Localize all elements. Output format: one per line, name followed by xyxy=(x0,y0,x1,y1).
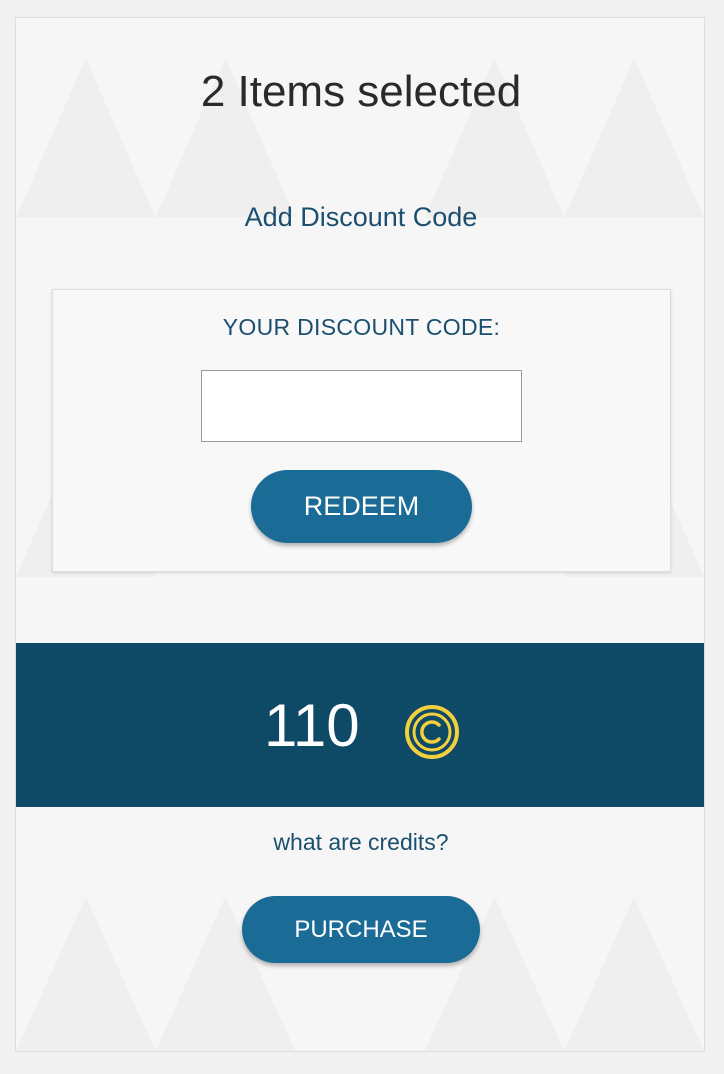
what-are-credits-link[interactable]: what are credits? xyxy=(16,829,704,856)
purchase-button[interactable]: PURCHASE xyxy=(242,896,480,963)
discount-code-label: YOUR DISCOUNT CODE: xyxy=(222,314,501,340)
discount-code-input[interactable] xyxy=(201,370,522,442)
discount-code-box: YOUR DISCOUNT CODE: REDEEM xyxy=(52,289,671,572)
credits-amount: 110 xyxy=(264,692,360,759)
add-discount-code-link[interactable]: Add Discount Code xyxy=(16,200,704,234)
page-title: 2 Items selected xyxy=(200,67,522,116)
checkout-panel: 2 Items selected Add Discount Code YOUR … xyxy=(15,17,705,1052)
copyright-coin-icon xyxy=(405,705,459,759)
redeem-button[interactable]: REDEEM xyxy=(251,470,472,543)
credits-banner: 110 xyxy=(16,643,704,807)
